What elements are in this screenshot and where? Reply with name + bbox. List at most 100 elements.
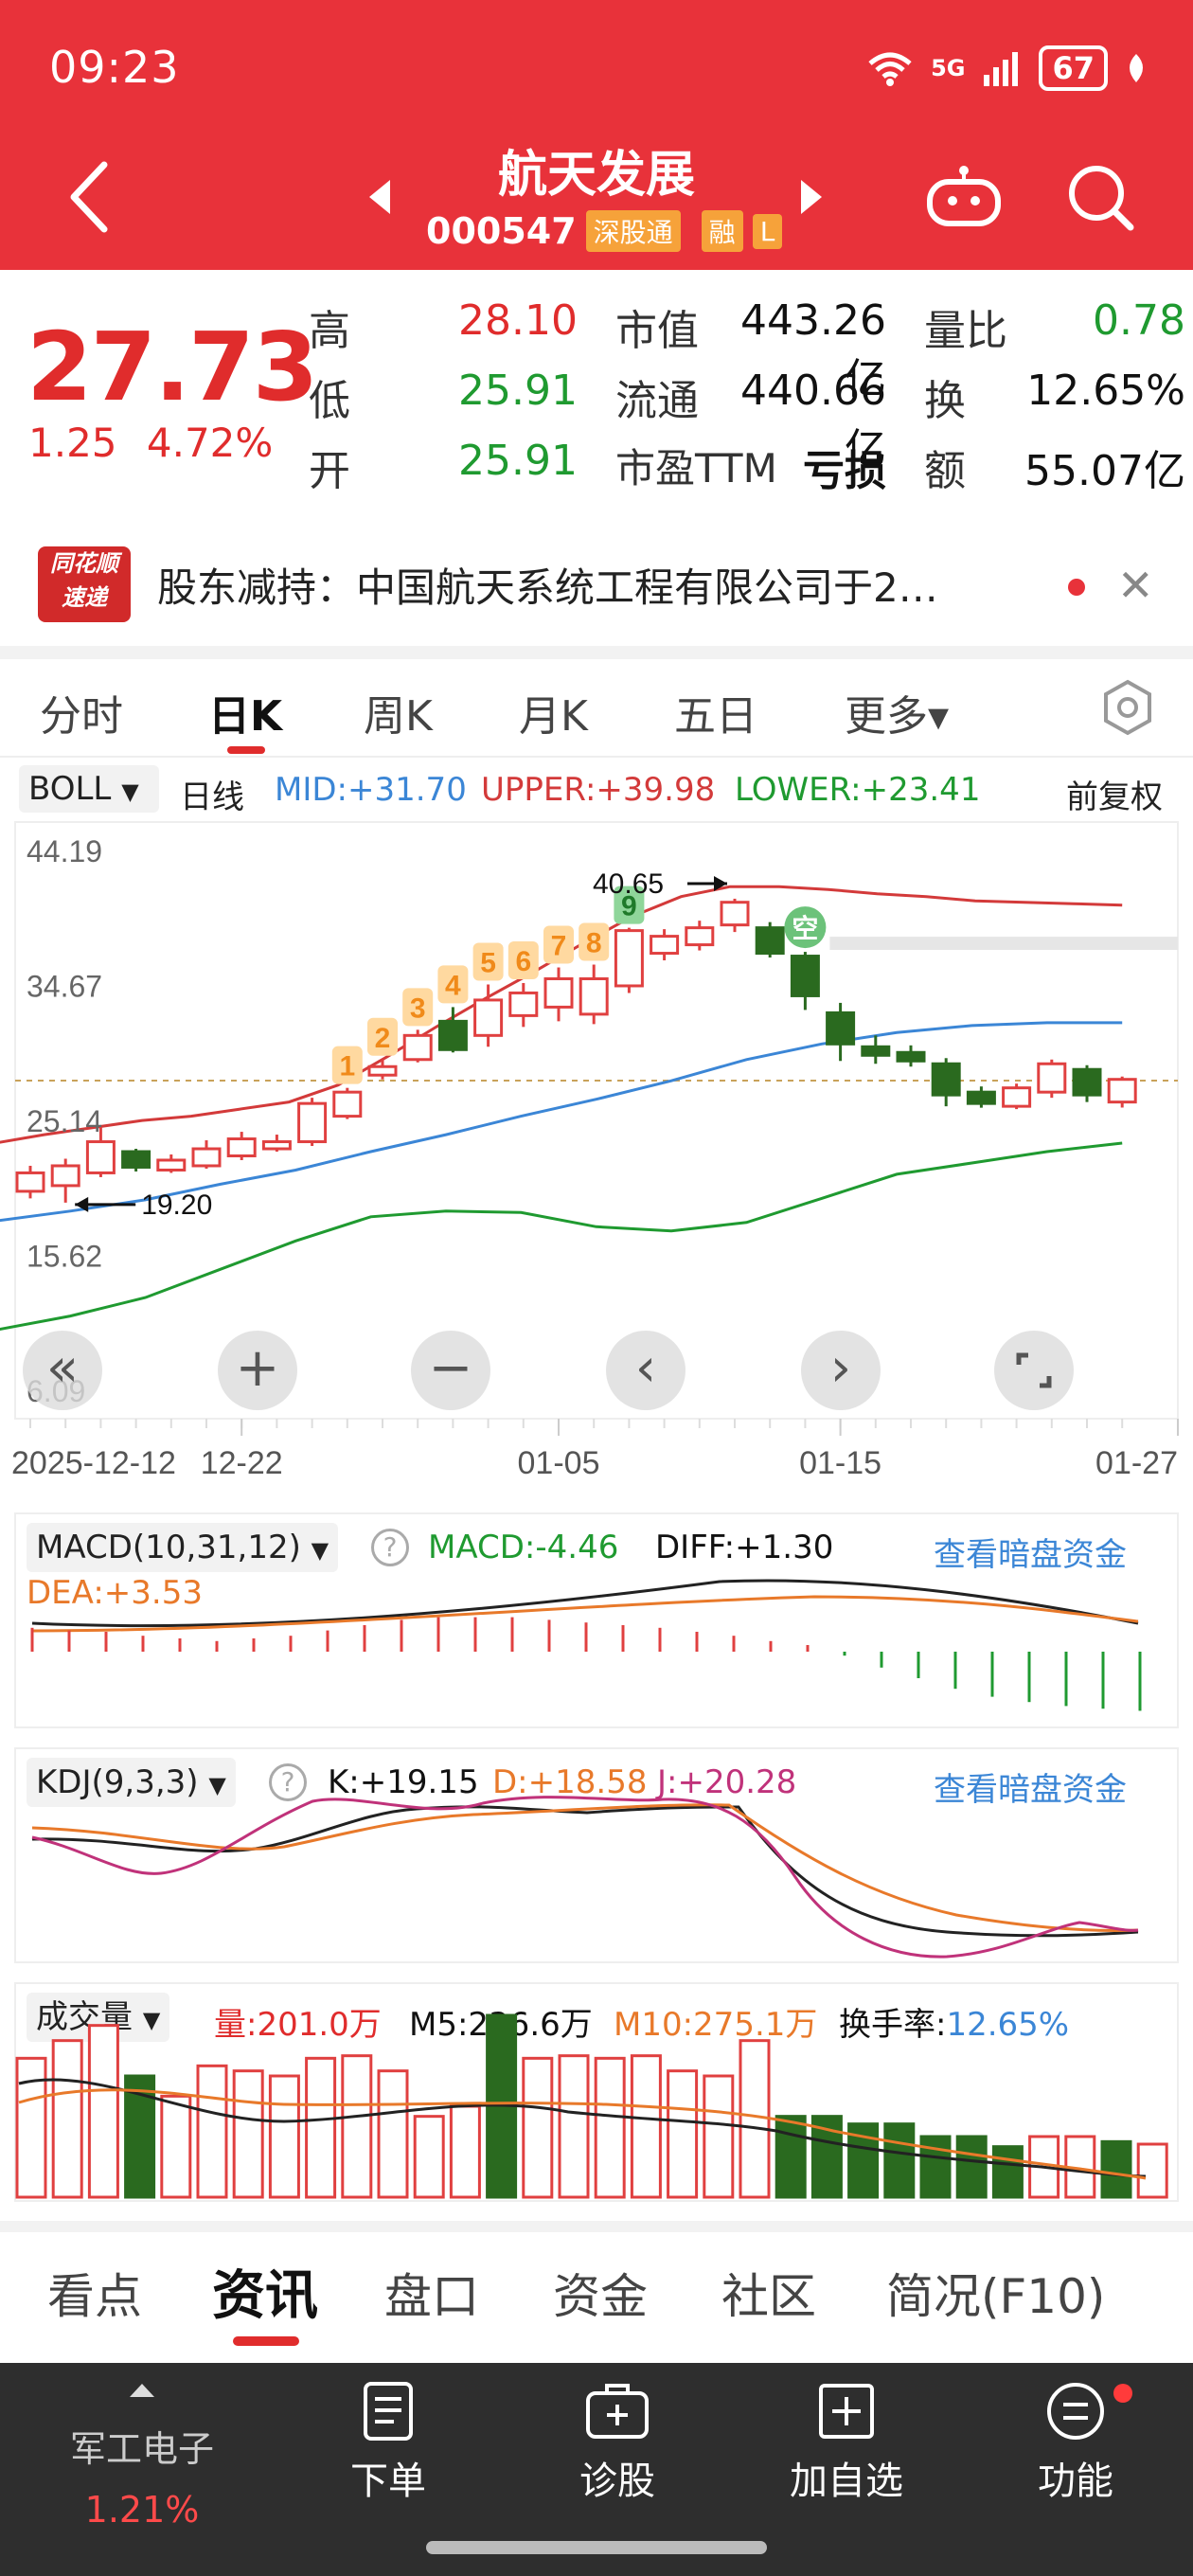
candle-body bbox=[790, 955, 820, 997]
pe-ttm-value: 亏损 bbox=[803, 447, 886, 495]
candle-body bbox=[50, 1164, 80, 1188]
candle-body bbox=[966, 1090, 996, 1105]
status-time: 09:23 bbox=[49, 42, 180, 93]
boll-upper: UPPER:+39.98 bbox=[481, 771, 716, 809]
search-icon[interactable] bbox=[1066, 163, 1136, 233]
candle-body bbox=[650, 935, 680, 956]
shenzhen-connect-badge: 深股通 bbox=[585, 210, 681, 252]
tab-more[interactable]: 更多▾ bbox=[845, 682, 949, 742]
info-tabs: 看点 资讯 盘口 资金 社区 简况(F10) bbox=[0, 2221, 1193, 2363]
candle-body bbox=[826, 1011, 856, 1046]
volume-bar bbox=[919, 2135, 952, 2199]
tab-intraday[interactable]: 分时 bbox=[40, 682, 123, 742]
candle-body bbox=[121, 1150, 151, 1169]
sector-indicator[interactable]: 军工电子 1.21% bbox=[38, 2382, 246, 2531]
leaf-icon bbox=[1130, 54, 1143, 82]
volume-bar bbox=[991, 2145, 1024, 2199]
tab-monthly-k[interactable]: 月K bbox=[519, 682, 588, 742]
ths-express-logo: 同花顺 速递 bbox=[38, 546, 131, 622]
zoom-out-button[interactable]: − bbox=[411, 1331, 490, 1410]
adjust-mode[interactable]: 前复权 bbox=[1066, 771, 1163, 817]
tab-weekly-k[interactable]: 周K bbox=[364, 682, 433, 742]
stock-code-row: 000547 深股通 融 L bbox=[426, 210, 783, 252]
scroll-right-button[interactable]: › bbox=[801, 1331, 881, 1410]
sector-name: 军工电子 bbox=[69, 2428, 214, 2470]
candle-body bbox=[191, 1147, 222, 1168]
candle-body bbox=[579, 976, 609, 1016]
tab-community[interactable]: 社区 bbox=[721, 2259, 816, 2327]
candle-body bbox=[755, 926, 785, 956]
volume-ratio-value: 0.78 bbox=[1093, 296, 1185, 345]
candle-body bbox=[508, 991, 539, 1017]
level-badge: L bbox=[752, 213, 783, 249]
candle-body bbox=[473, 998, 504, 1037]
volume-bar bbox=[449, 2104, 481, 2199]
candle-body bbox=[332, 1090, 363, 1118]
tab-order-book[interactable]: 盘口 bbox=[384, 2259, 479, 2327]
high-value: 28.10 bbox=[458, 296, 578, 345]
scroll-left-button[interactable]: ‹ bbox=[606, 1331, 686, 1410]
macd-chart bbox=[14, 1512, 1179, 1728]
volume-bar bbox=[594, 2056, 626, 2199]
fullscreen-button[interactable] bbox=[994, 1331, 1074, 1410]
divider bbox=[0, 646, 1193, 659]
volume-bar bbox=[667, 2069, 699, 2199]
tab-capital[interactable]: 资金 bbox=[553, 2259, 648, 2327]
volume-bar bbox=[377, 2069, 409, 2199]
add-watchlist-button[interactable]: 加自选 bbox=[752, 2380, 941, 2505]
candle-body bbox=[85, 1140, 116, 1174]
volume-bar bbox=[51, 2039, 83, 2199]
indicator-selector[interactable]: BOLL ▼ bbox=[19, 765, 159, 813]
zoom-in-button[interactable]: + bbox=[218, 1331, 297, 1410]
volume-bar bbox=[1136, 2142, 1168, 2199]
function-button[interactable]: 功能 bbox=[981, 2380, 1170, 2505]
turnover-label: 换 bbox=[924, 377, 966, 425]
candle-body bbox=[543, 976, 574, 1009]
tab-f10[interactable]: 简况(F10) bbox=[886, 2259, 1105, 2327]
sector-change: 1.21% bbox=[84, 2489, 200, 2531]
current-price: 27.73 bbox=[27, 312, 318, 422]
stock-name: 航天发展 bbox=[497, 147, 695, 204]
x-tick-label: 12-22 bbox=[201, 1445, 283, 1481]
candle-body bbox=[437, 1019, 468, 1051]
status-bar-icons: 5G 67 bbox=[866, 45, 1148, 91]
short-signal-bar bbox=[829, 937, 1178, 951]
market-cap-label: 市值 bbox=[615, 307, 699, 355]
y-tick-label: 34.67 bbox=[27, 969, 102, 1003]
home-indicator[interactable] bbox=[426, 2541, 767, 2554]
amount-value: 55.07亿 bbox=[1024, 447, 1185, 495]
volume-bar bbox=[522, 2056, 554, 2199]
volume-chart bbox=[14, 1982, 1179, 2202]
tab-news[interactable]: 资讯 bbox=[212, 2253, 318, 2330]
td-count-label: 4 bbox=[445, 970, 461, 1001]
y-tick-label: 15.62 bbox=[27, 1239, 102, 1273]
notification-dot bbox=[1113, 2384, 1132, 2403]
open-label: 开 bbox=[309, 447, 350, 495]
amount-label: 额 bbox=[924, 447, 966, 495]
volume-ratio-label: 量比 bbox=[924, 307, 1007, 355]
candle-body bbox=[402, 1033, 433, 1062]
unread-dot bbox=[1068, 579, 1085, 596]
td-count-label: 3 bbox=[410, 993, 426, 1024]
low-value: 25.91 bbox=[458, 367, 578, 415]
settings-hexagon-icon[interactable] bbox=[1098, 678, 1157, 737]
reset-zoom-button[interactable]: « bbox=[23, 1331, 102, 1410]
td-count-label: 1 bbox=[339, 1051, 355, 1082]
line-type: 日线 bbox=[180, 778, 244, 816]
candle-body bbox=[614, 929, 644, 988]
tab-daily-k[interactable]: 日K bbox=[208, 682, 282, 742]
volume-bar bbox=[775, 2115, 807, 2199]
order-button[interactable]: 下单 bbox=[294, 2380, 483, 2505]
robot-assistant-icon[interactable] bbox=[924, 163, 1004, 229]
news-ticker[interactable]: 同花顺 速递 股东减持：中国航天系统工程有限公司于2… ✕ bbox=[0, 526, 1193, 644]
tab-five-day[interactable]: 五日 bbox=[674, 682, 757, 742]
news-headline[interactable]: 股东减持：中国航天系统工程有限公司于2… bbox=[157, 556, 1057, 614]
volume-bar bbox=[1100, 2139, 1132, 2199]
volume-bar bbox=[268, 2074, 300, 2199]
diagnose-button[interactable]: 诊股 bbox=[523, 2380, 712, 2505]
low-label: 低 bbox=[309, 377, 350, 425]
close-icon[interactable]: ✕ bbox=[1117, 560, 1154, 611]
candle-body bbox=[1002, 1086, 1032, 1108]
x-tick-label: 01-05 bbox=[518, 1445, 600, 1481]
tab-highlights[interactable]: 看点 bbox=[47, 2259, 142, 2327]
